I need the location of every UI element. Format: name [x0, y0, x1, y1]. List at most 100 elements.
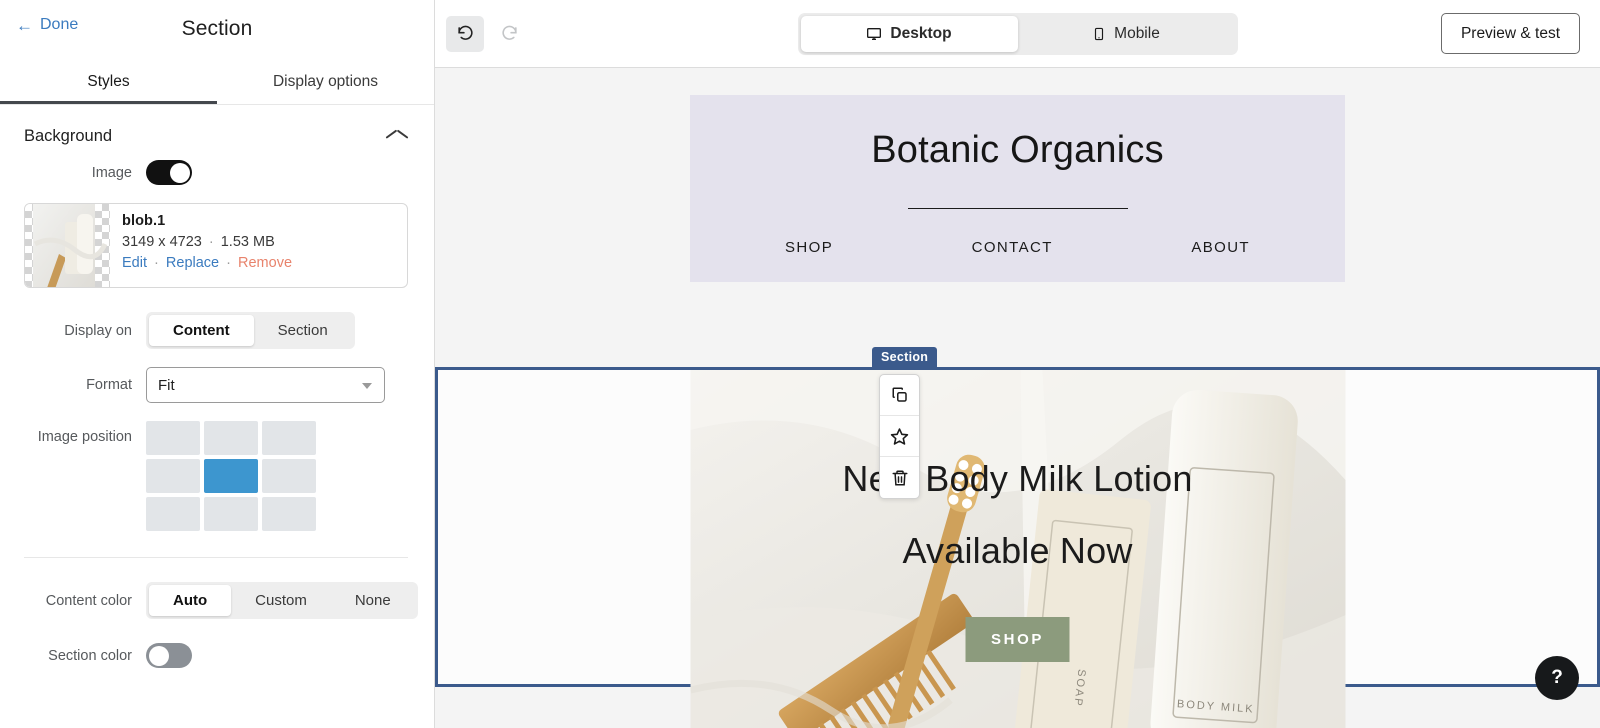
image-filesize: 1.53 MB	[220, 234, 275, 250]
image-meta: blob.1 3149 x 4723 · 1.53 MB Edit · Repl…	[110, 204, 292, 287]
redo-button[interactable]	[490, 16, 528, 52]
chevron-down-icon	[362, 383, 372, 389]
replace-image-link[interactable]: Replace	[166, 255, 219, 271]
styles-panel: ← Done Section Styles Display options Ba…	[0, 0, 435, 728]
image-label: Image	[91, 164, 132, 181]
position-cell-middle-right[interactable]	[262, 459, 316, 493]
position-cell-middle-center[interactable]	[204, 459, 258, 493]
trash-icon	[892, 470, 907, 485]
email-nav: SHOP CONTACT ABOUT	[690, 239, 1345, 256]
position-cell-top-right[interactable]	[262, 421, 316, 455]
position-cell-bottom-right[interactable]	[262, 497, 316, 531]
email-body: Botanic Organics SHOP CONTACT ABOUT	[690, 68, 1345, 282]
image-dimensions-value: 3149 x 4723	[122, 234, 202, 250]
phone-icon	[1095, 27, 1104, 40]
nav-link-about[interactable]: ABOUT	[1191, 239, 1250, 256]
device-preview-segmented: Desktop Mobile	[797, 12, 1238, 55]
edit-image-link[interactable]: Edit	[122, 255, 147, 271]
position-cell-top-center[interactable]	[204, 421, 258, 455]
format-label: Format	[86, 377, 132, 393]
image-position-label: Image position	[37, 429, 132, 445]
section-color-row: Section color	[0, 643, 434, 668]
image-actions: Edit · Replace · Remove	[122, 255, 292, 271]
undo-icon	[457, 25, 473, 40]
email-header-section[interactable]: Botanic Organics SHOP CONTACT ABOUT	[690, 95, 1345, 282]
device-option-mobile[interactable]: Mobile	[1018, 16, 1235, 52]
section-tools-toolbar	[879, 374, 920, 499]
display-on-content-option[interactable]: Content	[149, 315, 254, 346]
tab-display-options[interactable]: Display options	[217, 58, 434, 105]
hero-headline-1: New Body Milk Lotion	[842, 458, 1193, 499]
editor-app: ← Done Section Styles Display options Ba…	[0, 0, 1600, 728]
content-color-segmented: Auto Custom None	[146, 582, 418, 619]
brand-title: Botanic Organics	[871, 129, 1164, 171]
action-separator-2: ·	[226, 255, 231, 271]
hero-headline-2: Available Now	[902, 530, 1133, 571]
display-on-section-option[interactable]: Section	[254, 315, 352, 346]
meta-separator: ·	[208, 234, 214, 250]
preview-and-test-button[interactable]: Preview & test	[1440, 13, 1580, 54]
position-cell-bottom-center[interactable]	[204, 497, 258, 531]
position-cell-top-left[interactable]	[146, 421, 200, 455]
section-color-toggle[interactable]	[146, 643, 192, 668]
done-button[interactable]: ← Done	[16, 16, 78, 34]
monitor-icon	[867, 27, 882, 40]
device-option-desktop[interactable]: Desktop	[800, 15, 1018, 52]
device-label-mobile: Mobile	[1114, 24, 1160, 42]
tab-styles[interactable]: Styles	[0, 58, 217, 105]
device-label-desktop: Desktop	[890, 24, 952, 42]
help-button[interactable]: ?	[1535, 656, 1579, 700]
display-on-row: Display on Content Section	[0, 312, 434, 349]
chevron-up-icon[interactable]	[386, 130, 408, 144]
section-selection-tag: Section	[872, 347, 938, 368]
background-section-header[interactable]: Background	[0, 105, 434, 160]
content-color-custom-option[interactable]: Custom	[231, 585, 331, 616]
image-toggle[interactable]	[146, 160, 192, 185]
done-label: Done	[40, 16, 79, 33]
hero-cta-button[interactable]: SHOP	[965, 617, 1070, 662]
content-color-auto-option[interactable]: Auto	[149, 585, 232, 616]
image-toggle-row: Image	[0, 160, 434, 185]
duplicate-icon	[892, 387, 907, 402]
toggle-knob	[148, 645, 169, 666]
format-select[interactable]: Fit	[146, 367, 385, 403]
redo-icon	[501, 25, 517, 40]
nav-link-contact[interactable]: CONTACT	[972, 239, 1053, 256]
position-cell-bottom-left[interactable]	[146, 497, 200, 531]
image-thumbnail[interactable]	[25, 204, 110, 287]
content-color-label: Content color	[45, 592, 132, 609]
hero-section[interactable]: SOAP BODY MILK New Body Milk Lotion Avai…	[690, 370, 1345, 728]
star-icon	[890, 427, 909, 445]
panel-header: ← Done Section	[0, 0, 434, 58]
save-section-button[interactable]	[880, 416, 919, 457]
email-canvas: Botanic Organics SHOP CONTACT ABOUT SOAP…	[435, 68, 1600, 728]
brand-divider	[907, 208, 1128, 209]
format-row: Format Fit	[0, 367, 434, 403]
content-color-row: Content color Auto Custom None	[0, 582, 434, 619]
action-separator-1: ·	[154, 255, 159, 271]
display-on-segmented: Content Section	[146, 312, 355, 349]
image-filename: blob.1	[122, 213, 166, 229]
toggle-knob	[169, 162, 190, 183]
position-cell-middle-left[interactable]	[146, 459, 200, 493]
format-value: Fit	[158, 376, 175, 394]
content-color-none-option[interactable]: None	[331, 585, 415, 616]
display-on-label: Display on	[64, 322, 132, 339]
hero-copy: New Body Milk Lotion Available Now SHOP	[690, 370, 1345, 662]
section-color-label: Section color	[48, 647, 132, 664]
nav-link-shop[interactable]: SHOP	[785, 239, 833, 256]
delete-section-button[interactable]	[880, 457, 919, 498]
panel-tabs: Styles Display options	[0, 58, 434, 105]
duplicate-section-button[interactable]	[880, 375, 919, 416]
editor-toolbar: Desktop Mobile Preview & test	[435, 0, 1600, 68]
image-card: blob.1 3149 x 4723 · 1.53 MB Edit · Repl…	[24, 203, 408, 288]
history-controls	[446, 15, 528, 52]
image-position-grid	[146, 421, 316, 531]
back-arrow-icon: ←	[16, 15, 33, 35]
panel-divider	[24, 557, 408, 558]
remove-image-link[interactable]: Remove	[238, 255, 292, 271]
undo-button[interactable]	[446, 15, 484, 52]
image-position-row: Image position	[0, 421, 434, 531]
background-heading: Background	[24, 127, 113, 145]
image-dimensions: 3149 x 4723 · 1.53 MB	[122, 234, 292, 250]
